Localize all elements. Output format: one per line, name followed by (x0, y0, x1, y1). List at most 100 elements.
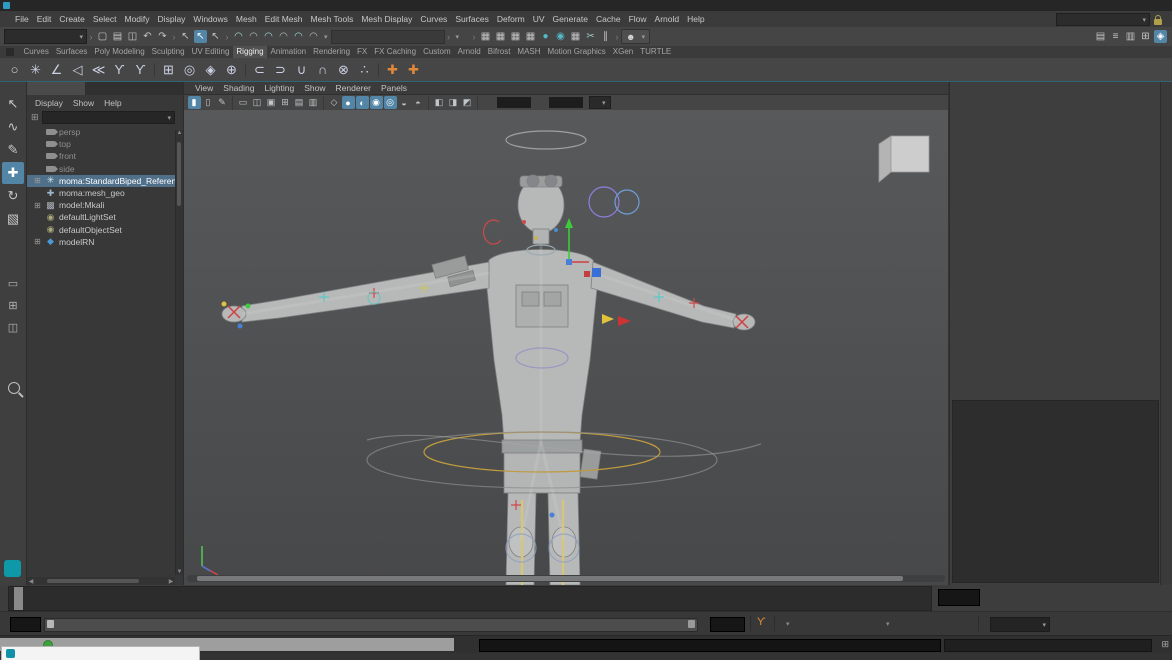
scale-constraint-icon[interactable]: ∴ (354, 59, 375, 80)
menu-display[interactable]: Display (154, 14, 190, 24)
viewport-menu-show[interactable]: Show (299, 83, 330, 93)
construction-history-icon[interactable]: ▥ (1124, 30, 1137, 43)
shelf-tab-sculpting[interactable]: Sculpting (148, 46, 188, 58)
filter-icon[interactable]: ⊞ (31, 112, 39, 123)
select-tool[interactable]: ↖ (2, 93, 24, 115)
viewport-menu-lighting[interactable]: Lighting (259, 83, 299, 93)
outliner-item-model-mkali[interactable]: ⊞▩model:Mkali (27, 199, 183, 211)
open-editors-icon[interactable]: ⊞ (1139, 30, 1152, 43)
frame-ruler[interactable] (8, 586, 932, 611)
chevron-down-icon[interactable]: ▾ (324, 33, 328, 41)
outliner-item-persp[interactable]: persp (27, 126, 183, 138)
shelf-tab-turtle[interactable]: TURTLE (637, 46, 675, 58)
expand-icon[interactable]: ⊞ (33, 201, 42, 210)
quick-rig-icon[interactable]: ϒ (109, 59, 130, 80)
shelf-tab-xgen[interactable]: XGen (609, 46, 636, 58)
character-set-dropdown[interactable] (786, 619, 794, 628)
shelf-menu-icon[interactable] (6, 48, 14, 56)
menu-curves[interactable]: Curves (416, 14, 451, 24)
lasso-select-tool[interactable]: ∿ (2, 116, 24, 138)
exposure-icon[interactable] (482, 96, 495, 109)
grease-pencil-icon[interactable]: ✎ (216, 96, 229, 109)
safe-title-icon[interactable]: ▥ (307, 96, 320, 109)
viewport-menu-shading[interactable]: Shading (218, 83, 259, 93)
menu-surfaces[interactable]: Surfaces (451, 14, 493, 24)
user-account-button[interactable]: ☻ ▾ (621, 29, 650, 44)
outliner-item-moma-mesh-geo[interactable]: ✚moma:mesh_geo (27, 187, 183, 199)
outliner-menu-display[interactable]: Display (35, 98, 63, 108)
outliner-tab[interactable] (27, 82, 85, 95)
outliner-menu-help[interactable]: Help (104, 98, 121, 108)
outliner-vertical-scrollbar[interactable]: ▲ ▼ (175, 130, 183, 575)
menu-edit[interactable]: Edit (33, 14, 56, 24)
anim-layer-dropdown[interactable] (886, 619, 894, 628)
wire-deformer-icon[interactable]: ⊕ (221, 59, 242, 80)
select-camera-icon[interactable]: ▮ (188, 96, 201, 109)
viewport-menu-renderer[interactable]: Renderer (331, 83, 376, 93)
current-frame-marker[interactable] (14, 587, 23, 610)
snap-to-projected-center-icon[interactable]: ◠ (277, 30, 290, 43)
menu-help[interactable]: Help (683, 14, 708, 24)
character-set-icon[interactable]: ϒ (757, 616, 766, 628)
point-constraint-icon[interactable]: ⊃ (270, 59, 291, 80)
cluster-icon[interactable]: ◎ (179, 59, 200, 80)
shelf-tab-arnold[interactable]: Arnold (454, 46, 484, 58)
outliner-item-defaultobjectset[interactable]: ◉defaultObjectSet (27, 224, 183, 236)
snap-to-curve-icon[interactable]: ◠ (247, 30, 260, 43)
snap-to-view-plane-icon[interactable]: ◠ (292, 30, 305, 43)
xray-icon[interactable]: ◧ (433, 96, 446, 109)
open-scene-icon[interactable]: ▤ (111, 30, 124, 43)
live-surface-field[interactable] (331, 30, 445, 44)
scroll-right-icon[interactable]: ▶ (167, 578, 175, 585)
shelf-snap-icon[interactable]: ○ (4, 59, 25, 80)
menu-cache[interactable]: Cache (592, 14, 625, 24)
render-current-frame-icon[interactable]: ▦ (494, 30, 507, 43)
shelf-tab-custom[interactable]: Custom (420, 46, 455, 58)
hypershade-icon[interactable]: ● (539, 30, 552, 43)
ambient-occlusion-icon[interactable]: ◒ (398, 96, 411, 109)
outliner-item-moma-standardbiped-reference[interactable]: ⊞✳moma:StandardBiped_Reference (27, 175, 183, 187)
menu-mesh[interactable]: Mesh (232, 14, 261, 24)
viewport-canvas[interactable] (184, 110, 948, 585)
shelf-tab-surfaces[interactable]: Surfaces (52, 46, 91, 58)
ipr-render-icon[interactable]: ▦ (509, 30, 522, 43)
undo-icon[interactable]: ↶ (141, 30, 154, 43)
light-editor-icon[interactable]: ◉ (554, 30, 567, 43)
outliner-item-side[interactable]: side (27, 163, 183, 175)
menu-create[interactable]: Create (55, 14, 89, 24)
range-start-handle[interactable] (47, 620, 54, 628)
menu-flow[interactable]: Flow (625, 14, 651, 24)
layer-list[interactable] (952, 400, 1159, 583)
gate-mask-icon[interactable]: ▣ (265, 96, 278, 109)
scrollbar-handle[interactable] (197, 576, 903, 581)
expand-icon[interactable]: ⊞ (33, 237, 42, 246)
outliner-item-modelrn[interactable]: ⊞◆modelRN (27, 236, 183, 248)
lattice-icon[interactable]: ⊞ (158, 59, 179, 80)
shelf-tab-motion-graphics[interactable]: Motion Graphics (544, 46, 609, 58)
select-component-icon[interactable]: ↖ (209, 30, 222, 43)
shelf-tab-curves[interactable]: Curves (20, 46, 52, 58)
workspace-dropdown[interactable]: ▾ (1056, 13, 1150, 26)
parent-constraint-icon[interactable]: ⊂ (249, 59, 270, 80)
snap-to-point-icon[interactable]: ◠ (262, 30, 275, 43)
menu-mesh-tools[interactable]: Mesh Tools (307, 14, 358, 24)
menu-modify[interactable]: Modify (121, 14, 154, 24)
shelf-tab-fx[interactable]: FX (354, 46, 371, 58)
expand-icon[interactable]: ⊞ (33, 176, 42, 185)
outliner-item-top[interactable]: top (27, 138, 183, 150)
wrap-deformer-icon[interactable]: ◈ (200, 59, 221, 80)
pause-icon[interactable]: ∥ (599, 30, 612, 43)
paint-select-tool[interactable]: ✎ (2, 139, 24, 161)
menu-edit-mesh[interactable]: Edit Mesh (261, 14, 307, 24)
highlight-selection-icon[interactable]: ◈ (1154, 30, 1167, 43)
rotate-tool[interactable]: ↻ (2, 185, 24, 207)
motion-blur-icon[interactable]: ◓ (412, 96, 425, 109)
mini-floating-window[interactable] (1, 646, 200, 660)
script-editor-icon[interactable]: ⊞ (1161, 639, 1169, 650)
ik-handle-icon[interactable]: ◁ (67, 59, 88, 80)
scale-tool[interactable]: ▧ (2, 208, 24, 230)
remove-influence-icon[interactable]: ✚ (403, 59, 424, 80)
wireframe-icon[interactable]: ◇ (328, 96, 341, 109)
shelf-tab-animation[interactable]: Animation (267, 46, 310, 58)
isolate-select-icon[interactable]: ◩ (461, 96, 474, 109)
